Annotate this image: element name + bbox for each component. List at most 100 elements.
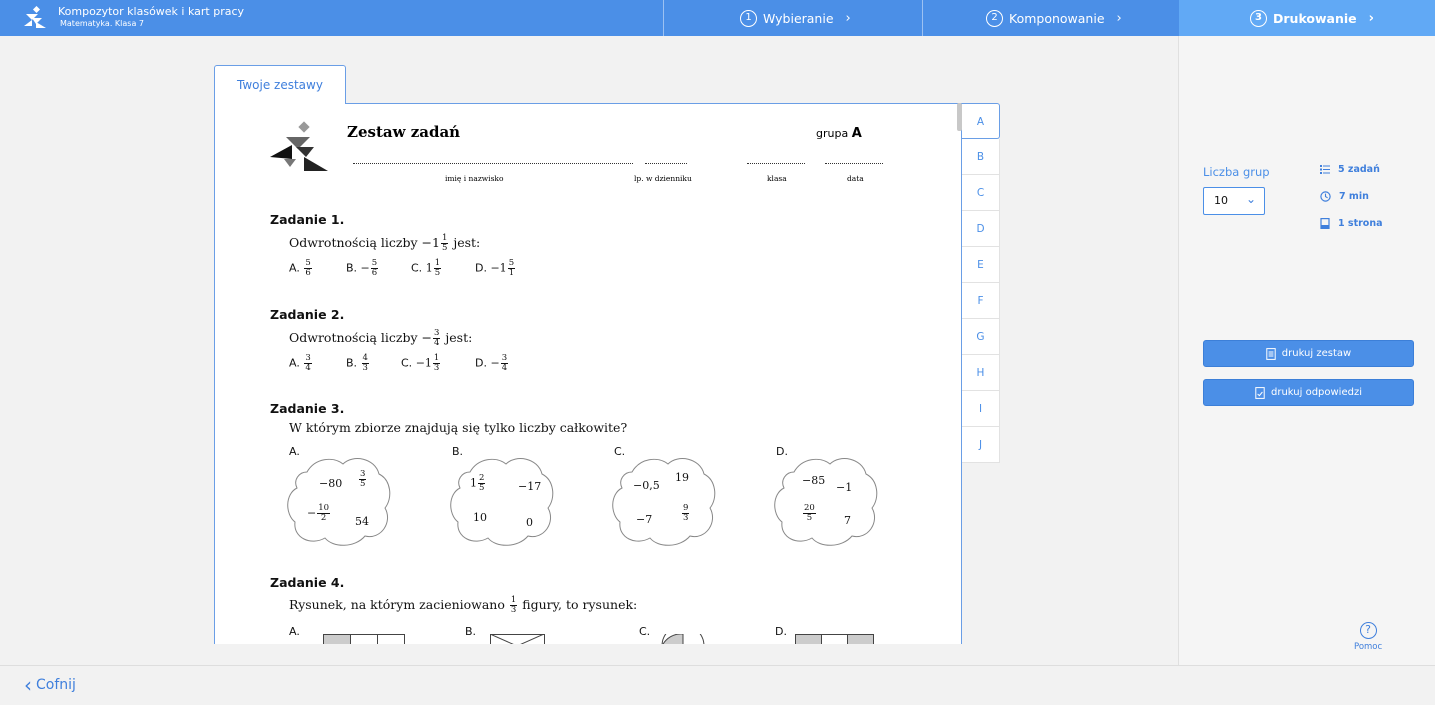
cloud-set-c — [612, 458, 716, 546]
denominator: 2 — [320, 513, 327, 523]
cloud-value: −85 — [802, 474, 826, 487]
figure-a — [323, 634, 405, 644]
cloud-set-b — [450, 458, 554, 546]
answer-text: −1 — [415, 356, 432, 370]
question-text: Odwrotnością liczby −1 — [289, 235, 440, 250]
cloud-value: −17 — [518, 480, 542, 493]
question-text: jest: — [445, 330, 473, 345]
field-label: imię i nazwisko — [445, 174, 504, 183]
chevron-right-icon: › — [845, 10, 851, 26]
group-tab-i[interactable]: I — [962, 391, 1000, 427]
denominator: 6 — [371, 268, 378, 278]
answer-option: C. 115 — [411, 259, 442, 278]
denominator: 3 — [362, 363, 368, 373]
fraction: 51 — [507, 259, 516, 278]
help-button[interactable]: ? Pomoc — [1354, 622, 1382, 652]
top-bar: Kompozytor klasówek i kart pracy Matemat… — [0, 0, 1435, 36]
fraction: 35 — [359, 470, 367, 489]
cloud-value: −10 2 — [307, 504, 331, 523]
denominator: 4 — [501, 363, 508, 373]
print-answers-button[interactable]: drukuj odpowiedzi — [1203, 379, 1414, 406]
group-tab-a[interactable]: A — [962, 103, 1000, 139]
answer-option: A. 56 — [289, 259, 313, 278]
time-estimate-text: 7 min — [1339, 191, 1369, 202]
cloud-value: 0 — [526, 516, 533, 529]
step-number: 1 — [740, 9, 757, 27]
denominator: 5 — [479, 483, 485, 493]
fraction: 20 5 — [803, 504, 816, 523]
groups-count-select[interactable]: 10 ⌄ — [1203, 187, 1265, 215]
chevron-down-icon: ⌄ — [1245, 192, 1256, 206]
step-komponowanie[interactable]: 2 Komponowanie › — [922, 0, 1179, 36]
denominator: 6 — [305, 268, 311, 278]
group-label: grupa A — [816, 126, 862, 141]
denominator: 5 — [360, 479, 366, 489]
help-label: Pomoc — [1354, 642, 1383, 652]
step-label: Komponowanie — [1009, 10, 1105, 26]
answer-letter: B. — [346, 261, 358, 275]
denominator: 4 — [433, 338, 440, 348]
fraction: 56 — [304, 259, 312, 278]
group-tab-f[interactable]: F — [962, 283, 1000, 319]
cloud-value: 19 — [675, 471, 689, 484]
sheet-title: Zestaw zadań — [347, 123, 461, 141]
denominator: 3 — [683, 513, 689, 523]
step-wybieranie[interactable]: 1 Wybieranie › — [663, 0, 922, 36]
option-label: C. — [639, 625, 651, 638]
group-tab-h[interactable]: H — [962, 355, 1000, 391]
group-tab-d[interactable]: D — [962, 211, 1000, 247]
answer-text: −1 — [490, 261, 507, 275]
answer-letter: C. — [411, 261, 423, 275]
answer-letter: A. — [289, 356, 300, 370]
cloud-value: 10 — [473, 511, 487, 524]
answer-option: D. −3 4 — [475, 354, 509, 373]
task-title: Zadanie 1. — [270, 212, 345, 227]
group-tab-g[interactable]: G — [962, 319, 1000, 355]
print-set-button[interactable]: drukuj zestaw — [1203, 340, 1414, 367]
step-drukowanie[interactable]: 3 Drukowanie › — [1179, 0, 1435, 36]
group-label-text: grupa — [816, 127, 849, 140]
denominator: 4 — [305, 363, 311, 373]
answer-text: − — [360, 261, 370, 275]
denominator: 5 — [806, 513, 813, 523]
bottom-bar: ‹ Cofnij — [0, 665, 1435, 705]
cloud-value: 125 — [470, 474, 486, 493]
answer-option: C. −1 1 3 — [401, 354, 441, 373]
clock-icon — [1320, 191, 1331, 202]
cloud-value: −7 — [636, 513, 653, 526]
group-tab-j[interactable]: J — [962, 427, 1000, 463]
app-title: Kompozytor klasówek i kart pracy — [58, 5, 245, 18]
sheet-logo-icon — [270, 121, 328, 171]
whole-part: 1 — [470, 476, 477, 490]
pages-count: 1 strona — [1320, 218, 1383, 229]
sheet-preview[interactable]: Zestaw zadań grupa A imię i nazwisko lp.… — [214, 103, 962, 644]
pages-count-text: 1 strona — [1338, 218, 1383, 229]
groups-count-label: Liczba grup — [1203, 165, 1270, 179]
app-logo-icon — [24, 6, 46, 28]
cloud-value: −1 — [836, 481, 853, 494]
cloud-set-a — [287, 458, 391, 546]
time-estimate: 7 min — [1320, 191, 1369, 202]
list-icon — [1320, 165, 1330, 174]
chevron-right-icon: › — [1116, 10, 1122, 26]
fraction: 43 — [361, 354, 369, 373]
group-tab-b[interactable]: B — [962, 139, 1000, 175]
sheet-scrollbar[interactable] — [957, 103, 962, 131]
tab-twoje-zestawy[interactable]: Twoje zestawy — [214, 65, 346, 104]
page-icon — [1320, 218, 1330, 229]
print-set-label: drukuj zestaw — [1281, 348, 1352, 359]
task-question: W którym zbiorze znajdują się tylko licz… — [289, 420, 628, 435]
denominator: 5 — [434, 268, 441, 278]
question-text: figury, to rysunek: — [522, 597, 638, 612]
fraction: 34 — [304, 354, 312, 373]
app-subtitle: Matematyka. Klasa 7 — [60, 19, 144, 28]
help-icon: ? — [1359, 622, 1377, 639]
step-label: Wybieranie — [763, 10, 834, 26]
group-tab-c[interactable]: C — [962, 175, 1000, 211]
answer-letter: A. — [289, 261, 300, 275]
fraction: 15 — [433, 259, 442, 278]
group-tab-e[interactable]: E — [962, 247, 1000, 283]
question-text: Odwrotnością liczby − — [289, 330, 432, 345]
back-button[interactable]: ‹ Cofnij — [24, 675, 76, 695]
option-label: B. — [465, 625, 477, 638]
